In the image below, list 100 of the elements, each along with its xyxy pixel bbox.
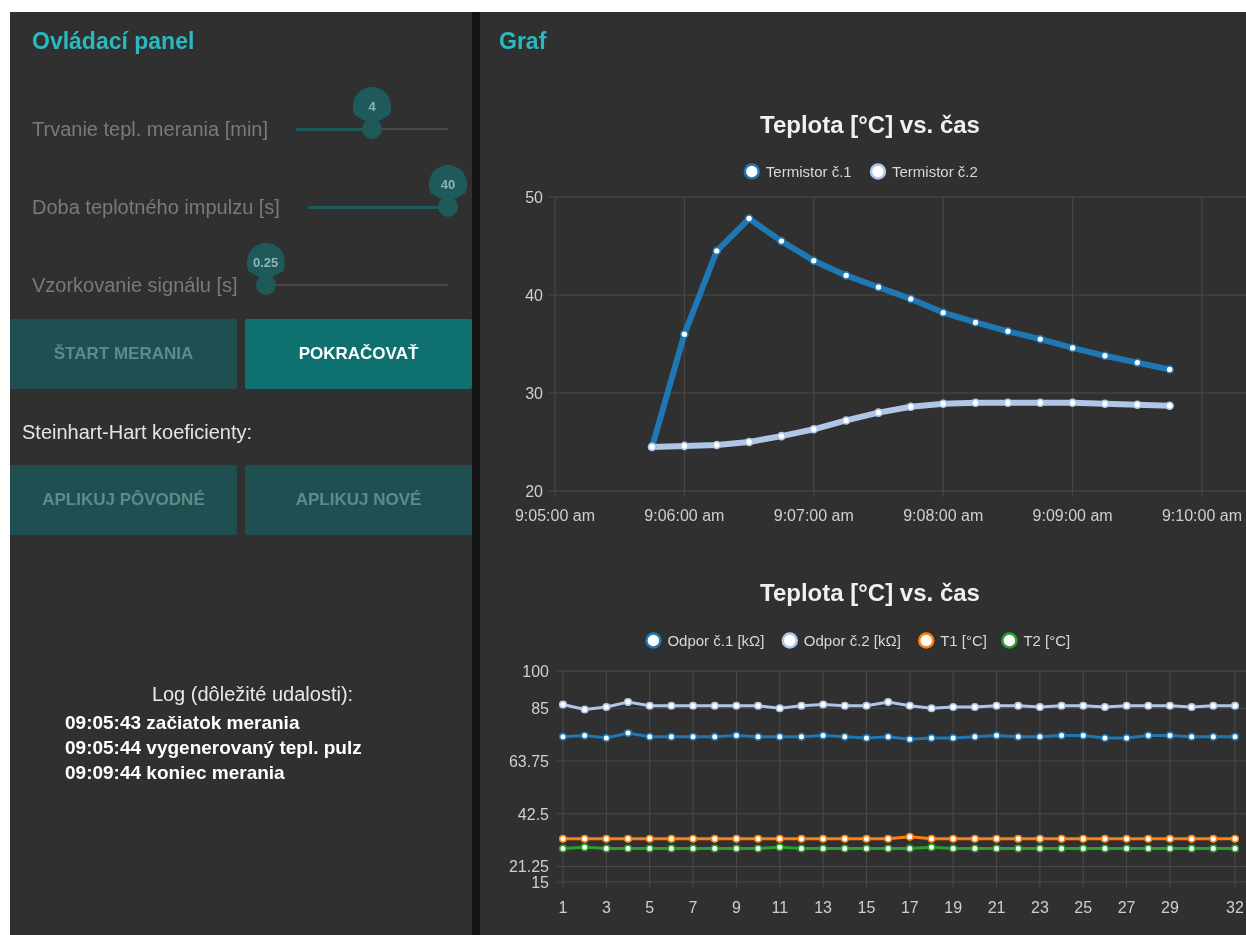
data-point bbox=[884, 844, 893, 853]
x-tick-label: 9:06:00 am bbox=[644, 507, 725, 524]
data-point bbox=[1057, 844, 1066, 853]
data-point bbox=[1100, 733, 1110, 743]
y-tick-label: 21.25 bbox=[508, 858, 549, 876]
y-tick-label: 30 bbox=[525, 385, 543, 402]
data-point bbox=[840, 701, 849, 710]
data-point bbox=[1230, 844, 1240, 853]
data-point bbox=[645, 732, 654, 741]
data-point bbox=[667, 701, 676, 710]
data-point bbox=[1057, 834, 1066, 843]
data-point bbox=[754, 701, 763, 710]
data-point bbox=[809, 424, 819, 434]
data-point bbox=[906, 402, 916, 412]
data-point bbox=[884, 732, 893, 741]
slider[interactable]: 40 bbox=[288, 156, 467, 218]
legend-label[interactable]: T1 [°C] bbox=[940, 632, 988, 649]
legend-label[interactable]: Odpor č.1 [kΩ] bbox=[667, 632, 765, 649]
action-button[interactable]: POKRAČOVAŤ bbox=[245, 319, 472, 389]
legend-label[interactable]: Termistor č.2 bbox=[892, 163, 978, 180]
data-point bbox=[688, 732, 698, 741]
data-point bbox=[949, 733, 958, 743]
data-point bbox=[1100, 834, 1110, 843]
data-point bbox=[744, 437, 754, 447]
data-point bbox=[744, 214, 754, 223]
data-point bbox=[602, 844, 611, 853]
x-tick-label: 9:08:00 am bbox=[903, 507, 984, 524]
data-point bbox=[841, 271, 851, 280]
data-point bbox=[819, 834, 828, 843]
data-point bbox=[1057, 701, 1066, 710]
data-point bbox=[558, 732, 568, 741]
slider[interactable]: 0.25 bbox=[246, 234, 467, 296]
data-point bbox=[710, 732, 719, 741]
data-point bbox=[949, 844, 958, 853]
value-bubble: 40 bbox=[429, 165, 467, 203]
data-point bbox=[992, 834, 1001, 843]
slider[interactable]: 4 bbox=[277, 78, 467, 140]
data-point bbox=[874, 282, 883, 292]
legend-marker[interactable] bbox=[1001, 632, 1018, 649]
data-point bbox=[884, 834, 893, 843]
data-point bbox=[841, 416, 851, 425]
legend-marker[interactable] bbox=[743, 163, 761, 180]
log-entry: 09:05:43 začiatok merania bbox=[65, 711, 301, 735]
x-tick-label: 9:07:00 am bbox=[773, 507, 854, 524]
data-point bbox=[688, 701, 698, 710]
x-tick-label: 15 bbox=[857, 899, 876, 916]
y-tick-label: 15 bbox=[531, 874, 549, 891]
data-point bbox=[992, 731, 1001, 740]
data-point bbox=[667, 732, 676, 741]
data-point bbox=[558, 700, 568, 709]
data-point bbox=[623, 697, 633, 707]
legend-marker[interactable] bbox=[781, 632, 799, 649]
data-point bbox=[754, 732, 763, 741]
data-point bbox=[971, 318, 980, 327]
data-point bbox=[1035, 334, 1045, 344]
data-point bbox=[1187, 732, 1196, 741]
data-point bbox=[797, 732, 806, 741]
data-point bbox=[712, 246, 722, 256]
x-tick-label: 29 bbox=[1161, 899, 1179, 916]
data-point bbox=[1230, 701, 1240, 710]
data-point bbox=[906, 294, 916, 304]
data-point bbox=[1230, 732, 1240, 741]
data-point bbox=[732, 844, 741, 853]
x-tick-label: 17 bbox=[900, 899, 919, 916]
data-point bbox=[938, 399, 948, 409]
y-tick-label: 50 bbox=[525, 189, 543, 206]
x-tick-label: 19 bbox=[944, 899, 963, 916]
data-point bbox=[623, 834, 633, 843]
value-bubble: 0.25 bbox=[246, 243, 285, 281]
data-point bbox=[1187, 702, 1196, 712]
data-point bbox=[558, 834, 568, 843]
x-tick-label: 9:09:00 am bbox=[1032, 507, 1113, 524]
data-point bbox=[667, 844, 676, 853]
x-tick-label: 13 bbox=[814, 899, 833, 916]
data-point bbox=[905, 701, 914, 710]
legend-marker[interactable] bbox=[917, 632, 935, 649]
data-point bbox=[1187, 844, 1196, 853]
panel-title: Ovládací panel bbox=[31, 27, 196, 56]
data-point bbox=[732, 731, 741, 740]
legend-marker[interactable] bbox=[869, 163, 887, 180]
data-point bbox=[580, 834, 589, 843]
data-point bbox=[710, 844, 719, 853]
data-point bbox=[1079, 844, 1088, 853]
legend-label[interactable]: Termistor č.1 bbox=[765, 163, 852, 180]
data-point bbox=[874, 408, 883, 417]
legend-label[interactable]: T2 [°C] bbox=[1023, 632, 1071, 649]
legend-marker[interactable] bbox=[645, 632, 662, 649]
data-point bbox=[1165, 834, 1175, 843]
data-point bbox=[949, 702, 958, 712]
data-point bbox=[775, 732, 784, 741]
data-point bbox=[797, 844, 806, 853]
data-point bbox=[623, 728, 633, 738]
data-point bbox=[775, 704, 784, 713]
data-point bbox=[927, 704, 936, 713]
x-tick-label: 11 bbox=[771, 899, 789, 916]
y-tick-label: 40 bbox=[525, 287, 543, 304]
data-point bbox=[1035, 834, 1044, 843]
data-point bbox=[840, 834, 849, 843]
legend-label[interactable]: Odpor č.2 [kΩ] bbox=[803, 632, 901, 649]
y-tick-label: 63.75 bbox=[508, 753, 549, 770]
